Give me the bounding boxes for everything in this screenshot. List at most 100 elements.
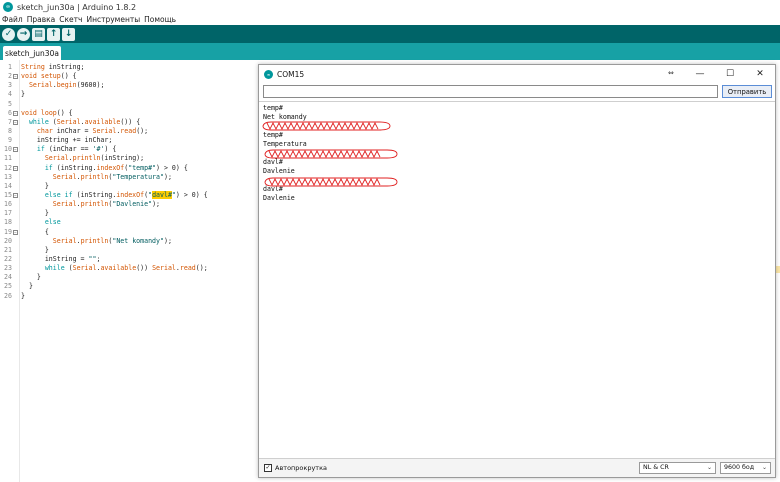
serial-output[interactable]: temp# Net komandy temp# Temperatura davl… [259, 101, 775, 458]
code-area[interactable]: 1 String inString; 2− void setup() { 3 Ser… [0, 63, 258, 301]
code-line: while (Serial.available()) Serial.read()… [44, 264, 208, 273]
line-number: 22 [4, 254, 12, 263]
code-line: void setup() { [21, 72, 77, 81]
code-line: } [21, 273, 41, 282]
tab-bar: sketch_jun30a [0, 43, 780, 60]
code-line: { [21, 227, 49, 236]
code-line: if (inString.indexOf("temp#") > 0) { [44, 163, 188, 172]
code-line: } [21, 245, 49, 254]
code-line: } [21, 90, 25, 99]
line-number: 9 [8, 136, 12, 145]
send-button[interactable]: Отправить [722, 85, 772, 98]
menu-sketch[interactable]: Скетч [59, 15, 82, 24]
line-number: 26 [4, 291, 12, 300]
line-number: 4 [8, 90, 12, 99]
serial-monitor-titlebar: ∞ COM15 ⇔ — ☐ ✕ [259, 65, 775, 83]
line-number: 8 [8, 126, 12, 135]
line-number: 13 [4, 172, 12, 181]
minimize-button[interactable]: — [685, 65, 715, 83]
line-number: 21 [4, 245, 12, 254]
fold-toggle-icon[interactable]: − [13, 192, 18, 198]
autoscroll-label: Автопрокрутка [275, 464, 327, 472]
fold-toggle-icon[interactable]: − [13, 165, 18, 171]
tab-sketch[interactable]: sketch_jun30a [3, 46, 61, 60]
close-button[interactable]: ✕ [745, 65, 775, 83]
arduino-logo-icon: ∞ [264, 69, 273, 79]
line-number: 10 [4, 145, 12, 154]
line-number: 6 [8, 108, 12, 117]
menu-tools[interactable]: Инструменты [86, 15, 140, 24]
red-scribble-mark [264, 149, 398, 159]
menu-edit[interactable]: Правка [27, 15, 56, 24]
autoscroll-checkbox[interactable]: ✓ [264, 464, 272, 472]
save-sketch-button[interactable]: ↓ [62, 27, 75, 41]
code-line: Serial.println("Temperatura"); [52, 172, 172, 181]
chevron-down-icon: ⌄ [706, 464, 712, 471]
line-ending-select[interactable]: NL & CR ⌄ [639, 462, 716, 474]
arduino-logo-icon: ∞ [3, 2, 13, 12]
line-number: 17 [4, 209, 12, 218]
code-line: } [21, 291, 25, 300]
line-number: 18 [4, 218, 12, 227]
line-number: 24 [4, 273, 12, 282]
fold-toggle-icon[interactable]: − [13, 110, 18, 116]
code-line: else [44, 218, 61, 227]
serial-send-input[interactable] [263, 85, 718, 98]
line-number: 11 [4, 154, 12, 163]
fold-toggle-icon[interactable]: − [13, 147, 18, 153]
line-number: 19 [4, 227, 12, 236]
code-line: Serial.println(inString); [44, 154, 145, 163]
line-number: 14 [4, 181, 12, 190]
code-line: else if (inString.indexOf("davl#") > 0) … [44, 190, 208, 199]
window-title: sketch_jun30a | Arduino 1.8.2 [17, 2, 137, 12]
code-line: inString += inChar; [21, 136, 113, 145]
serial-monitor-window: ∞ COM15 ⇔ — ☐ ✕ Отправить temp# Net koma… [258, 64, 776, 478]
maximize-button[interactable]: ☐ [715, 65, 745, 83]
menu-bar: Файл Правка Скетч Инструменты Помощь [0, 14, 780, 25]
red-scribble-mark [262, 121, 391, 131]
line-number: 1 [8, 63, 12, 71]
code-line: } [21, 181, 49, 190]
serial-monitor-footer: ✓ Автопрокрутка NL & CR ⌄ 9600 бод ⌄ [259, 458, 775, 477]
line-ending-value: NL & CR [643, 464, 669, 471]
serial-monitor-title: COM15 [277, 69, 305, 79]
fold-toggle-icon[interactable]: − [13, 229, 18, 235]
toolbar: ✓ → ▤ ↑ ↓ [0, 25, 780, 43]
code-line: inString = ""; [21, 254, 101, 263]
chevron-down-icon: ⌄ [761, 464, 767, 471]
resize-icon: ⇔ [668, 69, 674, 77]
line-number: 23 [4, 264, 12, 273]
code-line: void loop() { [21, 108, 73, 117]
code-line: Serial.begin(9600); [28, 81, 105, 90]
baud-rate-select[interactable]: 9600 бод ⌄ [720, 462, 771, 474]
code-line: while (Serial.available()) { [28, 117, 141, 126]
line-number: 5 [8, 99, 12, 108]
red-scribble-mark [264, 177, 398, 187]
line-number: 20 [4, 236, 12, 245]
code-line: char inChar = Serial.read(); [36, 126, 149, 135]
code-line: Serial.println("Net komandy"); [52, 236, 172, 245]
line-number: 16 [4, 200, 12, 209]
code-line: if (inChar == '#') { [36, 145, 117, 154]
menu-help[interactable]: Помощь [144, 15, 176, 24]
line-number: 2 [8, 72, 12, 81]
open-sketch-button[interactable]: ↑ [47, 27, 60, 41]
baud-rate-value: 9600 бод [724, 464, 755, 471]
red-scribble-annotations [262, 121, 398, 187]
fold-toggle-icon[interactable]: − [13, 74, 18, 80]
verify-button[interactable]: ✓ [2, 27, 15, 41]
new-sketch-button[interactable]: ▤ [32, 27, 45, 41]
fold-toggle-icon[interactable]: − [13, 119, 18, 125]
menu-file[interactable]: Файл [2, 15, 23, 24]
line-number: 3 [8, 81, 12, 90]
code-line: } [21, 282, 33, 291]
upload-button[interactable]: → [17, 27, 30, 41]
line-number: 15 [4, 190, 12, 199]
line-number: 25 [4, 282, 12, 291]
app-titlebar: ∞ sketch_jun30a | Arduino 1.8.2 [0, 0, 780, 14]
line-number: 7 [8, 117, 12, 126]
line-number: 12 [4, 163, 12, 172]
code-line: Serial.println("Davlenie"); [52, 200, 161, 209]
code-line: String inString; [21, 63, 85, 71]
code-line: } [21, 209, 49, 218]
